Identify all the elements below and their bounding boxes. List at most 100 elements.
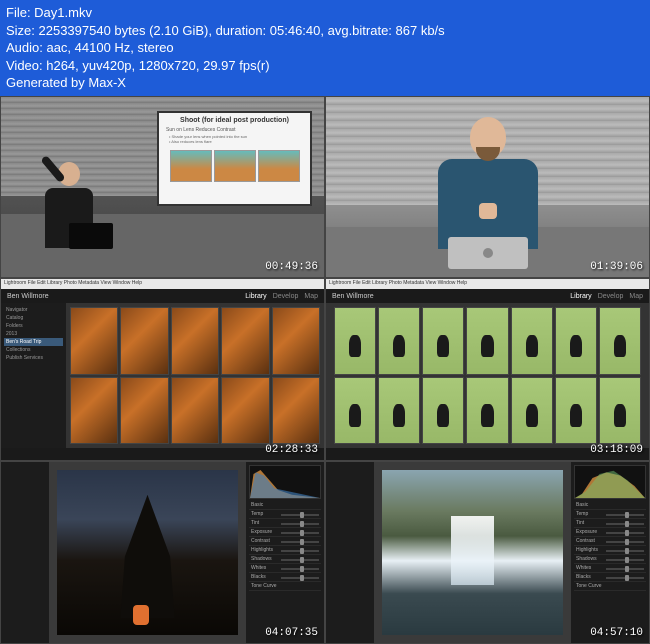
presenter xyxy=(433,117,543,257)
nav-publish[interactable]: Publish Services xyxy=(4,354,63,362)
photo-thumb[interactable] xyxy=(599,307,641,374)
thumbnail-4[interactable]: Lightroom File Edit Library Photo Metada… xyxy=(325,278,650,461)
mac-menubar: Lightroom File Edit Library Photo Metada… xyxy=(1,279,324,289)
tab-map[interactable]: Map xyxy=(304,293,318,300)
photo-thumb[interactable] xyxy=(334,307,376,374)
thumbnail-1[interactable]: Shoot (for ideal post production) Sun on… xyxy=(0,96,325,279)
slide-title: Shoot (for ideal post production) xyxy=(163,117,306,124)
audio-info-line: Audio: aac, 44100 Hz, stereo xyxy=(6,39,644,57)
nav-folder-year[interactable]: 2013 xyxy=(4,330,63,338)
photo-thumb[interactable] xyxy=(334,377,376,444)
panel-header[interactable]: Basic xyxy=(574,501,646,510)
lightroom-body: Navigator Catalog Folders 2013 Ben's Roa… xyxy=(1,303,324,448)
slider-temp[interactable]: Temp xyxy=(249,510,321,519)
slider-highlights[interactable]: Highlights xyxy=(574,546,646,555)
photo-thumb[interactable] xyxy=(378,377,420,444)
slider-blacks[interactable]: Blacks xyxy=(574,573,646,582)
slider-exposure[interactable]: Exposure xyxy=(574,528,646,537)
timestamp: 00:49:36 xyxy=(265,261,318,273)
slider-whites[interactable]: Whites xyxy=(574,564,646,573)
photo-thumb[interactable] xyxy=(120,377,168,444)
presenter-head xyxy=(470,117,506,157)
module-tabs: Library Develop Map xyxy=(570,293,643,300)
grid-row xyxy=(70,377,320,444)
photo-thumb[interactable] xyxy=(511,307,553,374)
photo-thumb[interactable] xyxy=(171,377,219,444)
file-name-line: File: Day1.mkv xyxy=(6,4,644,22)
histogram-panel[interactable] xyxy=(249,465,321,499)
photo-thumb[interactable] xyxy=(70,307,118,374)
photo-thumb[interactable] xyxy=(466,307,508,374)
tab-develop[interactable]: Develop xyxy=(273,293,299,300)
photo-thumb[interactable] xyxy=(555,377,597,444)
left-panel: Navigator Catalog Folders 2013 Ben's Roa… xyxy=(1,303,66,448)
user-name: Ben Willmore xyxy=(332,293,374,300)
slider-contrast[interactable]: Contrast xyxy=(574,537,646,546)
basic-panel: Basic Temp Tint Exposure Contrast Highli… xyxy=(249,501,321,640)
lightroom-topbar: Ben Willmore Library Develop Map xyxy=(1,289,324,303)
thumbnail-grid: Shoot (for ideal post production) Sun on… xyxy=(0,96,650,644)
slider-blacks[interactable]: Blacks xyxy=(249,573,321,582)
slider-contrast[interactable]: Contrast xyxy=(249,537,321,546)
photo-thumb[interactable] xyxy=(599,377,641,444)
timestamp: 03:18:09 xyxy=(590,444,643,456)
photo-thumb[interactable] xyxy=(422,307,464,374)
photo-grid xyxy=(66,303,324,448)
thumbnail-6[interactable]: Basic Temp Tint Exposure Contrast Highli… xyxy=(325,461,650,644)
photo-thumb[interactable] xyxy=(422,377,464,444)
photo-thumb[interactable] xyxy=(272,377,320,444)
slider-shadows[interactable]: Shadows xyxy=(574,555,646,564)
nav-navigator[interactable]: Navigator xyxy=(4,306,63,314)
photo-thumb[interactable] xyxy=(70,377,118,444)
slider-whites[interactable]: Whites xyxy=(249,564,321,573)
nav-folders[interactable]: Folders xyxy=(4,322,63,330)
nav-folder-selected[interactable]: Ben's Road Trip xyxy=(4,338,63,346)
photo-waterfall xyxy=(382,470,563,635)
photo-thumb[interactable] xyxy=(511,377,553,444)
lightroom-body xyxy=(326,303,649,448)
photo-thumb[interactable] xyxy=(120,307,168,374)
slider-tint[interactable]: Tint xyxy=(574,519,646,528)
tab-map[interactable]: Map xyxy=(629,293,643,300)
slide-bullet: • Also reduces lens flare xyxy=(169,139,306,144)
loupe-view[interactable] xyxy=(49,462,246,643)
photo-thumb[interactable] xyxy=(466,377,508,444)
nav-catalog[interactable]: Catalog xyxy=(4,314,63,322)
grid-row xyxy=(70,307,320,374)
thumbnail-5[interactable]: Basic Temp Tint Exposure Contrast Highli… xyxy=(0,461,325,644)
nav-collections[interactable]: Collections xyxy=(4,346,63,354)
slider-highlights[interactable]: Highlights xyxy=(249,546,321,555)
right-panel: Basic Temp Tint Exposure Contrast Highli… xyxy=(571,462,649,643)
photo-thumb[interactable] xyxy=(555,307,597,374)
laptop xyxy=(69,223,113,249)
photo-thumb[interactable] xyxy=(221,307,269,374)
loupe-view[interactable] xyxy=(374,462,571,643)
grid-row xyxy=(334,307,641,374)
photo-thumb[interactable] xyxy=(171,307,219,374)
lightroom-topbar: Ben Willmore Library Develop Map xyxy=(326,289,649,303)
panel-tonecurve[interactable]: Tone Curve xyxy=(249,582,321,591)
video-info-line: Video: h264, yuv420p, 1280x720, 29.97 fp… xyxy=(6,57,644,75)
mac-menubar: Lightroom File Edit Library Photo Metada… xyxy=(326,279,649,289)
photo-thumb[interactable] xyxy=(272,307,320,374)
tab-develop[interactable]: Develop xyxy=(598,293,624,300)
histogram-panel[interactable] xyxy=(574,465,646,499)
slider-tint[interactable]: Tint xyxy=(249,519,321,528)
slider-exposure[interactable]: Exposure xyxy=(249,528,321,537)
timestamp: 02:28:33 xyxy=(265,444,318,456)
panel-header[interactable]: Basic xyxy=(249,501,321,510)
slider-temp[interactable]: Temp xyxy=(574,510,646,519)
panel-tonecurve[interactable]: Tone Curve xyxy=(574,582,646,591)
histogram-icon xyxy=(575,466,645,498)
generator-line: Generated by Max-X xyxy=(6,74,644,92)
tab-library[interactable]: Library xyxy=(570,293,591,300)
photo-thumb[interactable] xyxy=(378,307,420,374)
presenter-hands xyxy=(479,203,497,219)
tab-library[interactable]: Library xyxy=(245,293,266,300)
thumbnail-2[interactable]: 01:39:06 xyxy=(325,96,650,279)
slider-shadows[interactable]: Shadows xyxy=(249,555,321,564)
thumbnail-3[interactable]: Lightroom File Edit Library Photo Metada… xyxy=(0,278,325,461)
user-name: Ben Willmore xyxy=(7,293,49,300)
photo-temple xyxy=(57,470,238,635)
photo-thumb[interactable] xyxy=(221,377,269,444)
